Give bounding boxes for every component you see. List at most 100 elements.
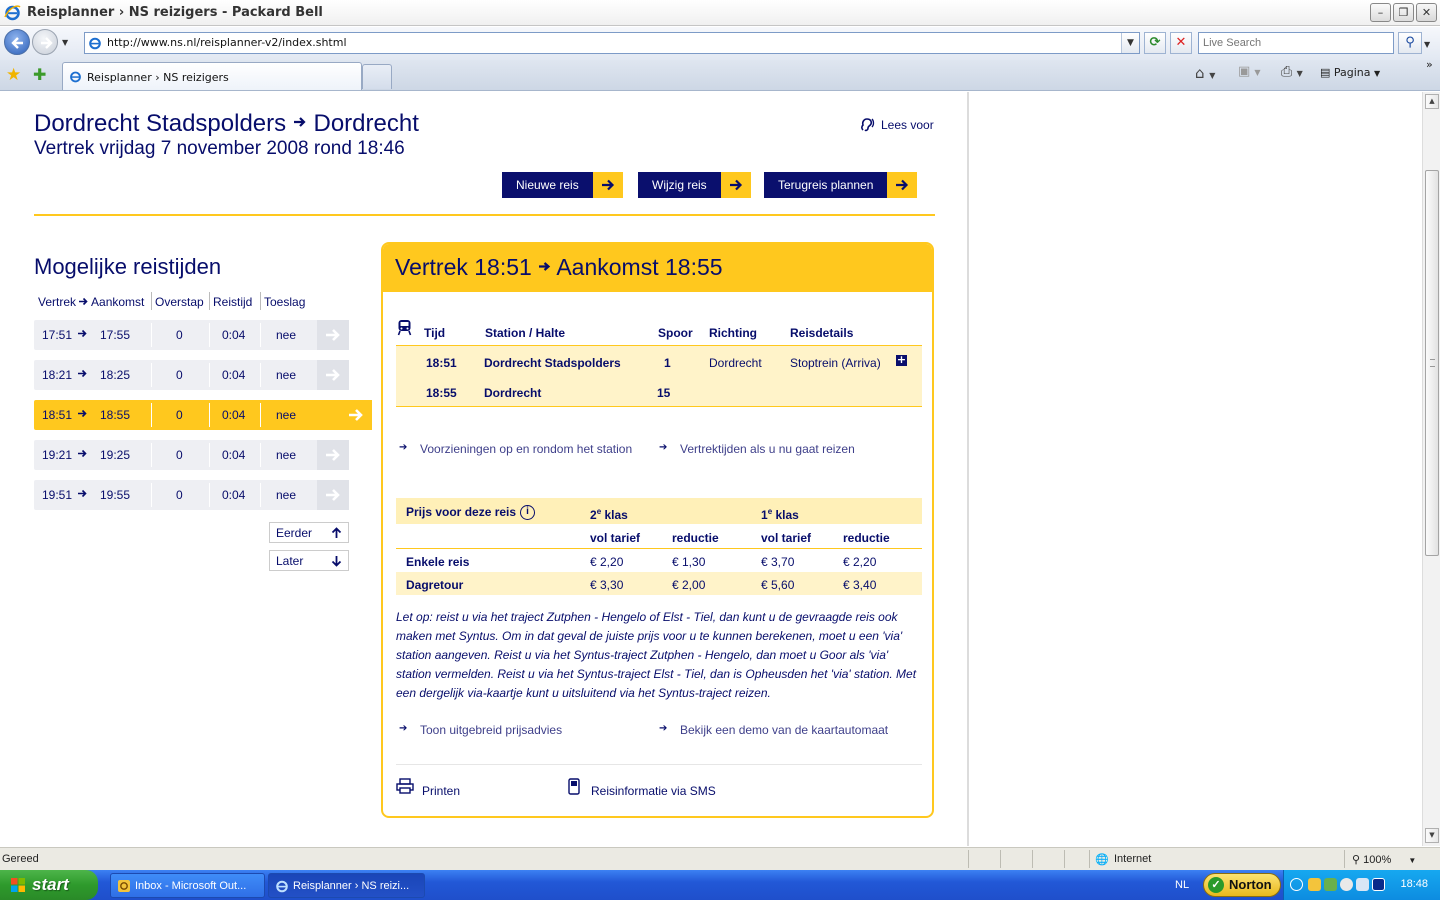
trip-departure: 18:21 — [42, 368, 73, 382]
minimize-button[interactable]: – — [1370, 3, 1391, 22]
taskbar-outlook[interactable]: Inbox - Microsoft Out... — [110, 873, 265, 898]
syntus-note: Let op: reist u via het traject Zutphen … — [396, 610, 917, 700]
search-input[interactable] — [1203, 34, 1391, 52]
price-advice-link[interactable]: Toon uitgebreid prijsadvies — [420, 723, 562, 737]
stop-platform: 1 — [664, 356, 671, 370]
stop-button[interactable]: ✕ — [1170, 32, 1192, 54]
select-trip-button[interactable] — [317, 480, 349, 510]
sms-link[interactable]: Reisinformatie via SMS — [591, 784, 716, 798]
taskbar-ie[interactable]: Reisplanner › NS reizi... — [268, 873, 425, 898]
url-text[interactable]: http://www.ns.nl/reisplanner-v2/index.sh… — [107, 36, 347, 49]
stop-time: 18:55 — [426, 386, 457, 400]
arrow-right-icon — [78, 367, 87, 381]
c2-reduced-heading: reductie — [672, 531, 719, 545]
trip-arrival: 19:25 — [100, 448, 131, 462]
arrow-right-icon — [349, 409, 363, 421]
search-box[interactable] — [1198, 32, 1394, 54]
c1-reduced-heading: reductie — [843, 531, 890, 545]
later-button[interactable]: Later — [269, 550, 349, 571]
edit-trip-button[interactable]: Wijzig reis — [638, 172, 751, 198]
trip-row[interactable]: 19:21 19:25 0 0:04 nee — [34, 440, 349, 470]
route-heading: Dordrecht Stadspolders Dordrecht — [34, 110, 419, 138]
arrow-right-icon — [78, 447, 87, 461]
trip-duration: 0:04 — [222, 368, 246, 382]
new-trip-button[interactable]: Nieuwe reis — [502, 172, 623, 198]
arrow-right-icon — [326, 369, 340, 381]
add-favorite-icon[interactable]: ✚ — [33, 65, 46, 84]
new-trip-label: Nieuwe reis — [502, 172, 593, 198]
history-dropdown-icon[interactable]: ▼ — [62, 38, 68, 47]
tab-reisplanner[interactable]: Reisplanner › NS reizigers — [62, 62, 362, 90]
arrow-right-icon — [326, 449, 340, 461]
print-link[interactable]: Printen — [422, 784, 460, 798]
select-trip-button[interactable] — [317, 360, 349, 390]
trip-surcharge: nee — [276, 368, 297, 382]
search-options-icon[interactable]: ▼ — [1424, 40, 1430, 49]
scroll-up-icon[interactable]: ▲ — [1425, 94, 1439, 109]
stop-time: 18:51 — [426, 356, 457, 370]
home-icon[interactable]: ⌂ ▼ — [1195, 64, 1215, 84]
mobile-phone-icon — [568, 778, 580, 795]
feeds-icon[interactable]: ▣ ▼ — [1238, 64, 1261, 84]
maximize-button[interactable]: ❐ — [1393, 3, 1414, 22]
c2-full-heading: vol tarief — [590, 531, 641, 545]
forward-button[interactable] — [32, 29, 58, 55]
trip-duration: 0:04 — [222, 328, 246, 342]
col-spoor: Spoor — [658, 326, 693, 340]
trip-row[interactable]: 18:21 18:25 0 0:04 nee — [34, 360, 349, 390]
read-aloud-label: Lees voor — [881, 118, 934, 132]
facilities-link[interactable]: Voorzieningen op en rondom het station — [420, 442, 632, 456]
address-dropdown-icon[interactable]: ▼ — [1121, 33, 1139, 53]
select-trip-button[interactable] — [340, 400, 372, 430]
trip-detail-panel: Vertrek 18:51 Aankomst 18:55 Tijd Statio… — [381, 242, 934, 818]
tray-chevron-icon[interactable] — [1290, 878, 1303, 891]
back-button[interactable] — [4, 29, 30, 55]
page-menu-label: Pagina — [1333, 66, 1371, 79]
trip-row-selected[interactable]: 18:51 18:55 0 0:04 nee — [34, 400, 372, 430]
departures-link[interactable]: Vertrektijden als u nu gaat reizen — [680, 442, 855, 456]
language-indicator[interactable]: NL — [1175, 879, 1189, 891]
refresh-button[interactable]: ⟳ — [1144, 32, 1166, 54]
earlier-button[interactable]: Eerder — [269, 522, 349, 543]
arrow-up-icon — [331, 527, 342, 538]
arrow-right-icon — [79, 297, 88, 306]
select-trip-button[interactable] — [317, 320, 349, 350]
print-icon[interactable]: ⎙ ▼ — [1281, 64, 1303, 84]
price-cell: € 2,20 — [843, 555, 877, 569]
demo-link[interactable]: Bekijk een demo van de kaartautomaat — [680, 723, 888, 737]
norton-button[interactable]: ✓ Norton — [1203, 873, 1281, 897]
edit-trip-label: Wijzig reis — [638, 172, 721, 198]
arrow-right-icon — [78, 407, 87, 421]
scroll-thumb[interactable] — [1425, 170, 1439, 556]
select-trip-button[interactable] — [317, 440, 349, 470]
start-button[interactable]: start — [0, 870, 98, 900]
arrow-right-icon — [539, 262, 551, 271]
tray-outlook-icon[interactable] — [1308, 878, 1321, 891]
clock: 18:48 — [1400, 878, 1428, 890]
price-row-label: Dagretour — [406, 578, 464, 592]
page-menu[interactable]: ▤ Pagina ▼ — [1320, 66, 1380, 86]
stop-station: Dordrecht Stadspolders — [484, 356, 621, 370]
read-aloud-link[interactable]: Lees voor — [858, 118, 934, 132]
tray-app-icon[interactable] — [1372, 878, 1385, 891]
address-bar[interactable]: http://www.ns.nl/reisplanner-v2/index.sh… — [84, 32, 1140, 54]
status-text: Gereed — [2, 853, 39, 865]
globe-icon: 🌐 — [1095, 854, 1109, 866]
favorites-star-icon[interactable]: ★ — [6, 65, 21, 85]
expand-plus-icon[interactable]: + — [896, 354, 907, 366]
trip-row[interactable]: 17:51 17:55 0 0:04 nee — [34, 320, 349, 350]
close-window-button[interactable]: ✕ — [1416, 3, 1437, 22]
search-icon[interactable]: ⚲ — [1398, 32, 1422, 54]
tray-mail-icon[interactable] — [1356, 878, 1369, 891]
plan-return-button[interactable]: Terugreis plannen — [764, 172, 918, 198]
info-icon[interactable]: i — [520, 505, 536, 521]
chevron-more-icon[interactable]: » — [1426, 58, 1433, 78]
vertical-scrollbar[interactable]: ▲ ▼ — [1422, 92, 1440, 846]
scroll-down-icon[interactable]: ▼ — [1425, 828, 1439, 843]
tray-messenger-icon[interactable] — [1324, 878, 1337, 891]
new-tab-button[interactable] — [362, 64, 392, 89]
tray-network-icon[interactable] — [1340, 878, 1353, 891]
page-column-divider — [967, 92, 969, 846]
trip-row[interactable]: 19:51 19:55 0 0:04 nee — [34, 480, 349, 510]
zoom-control[interactable]: ⚲ 100% ▼ — [1352, 853, 1416, 866]
